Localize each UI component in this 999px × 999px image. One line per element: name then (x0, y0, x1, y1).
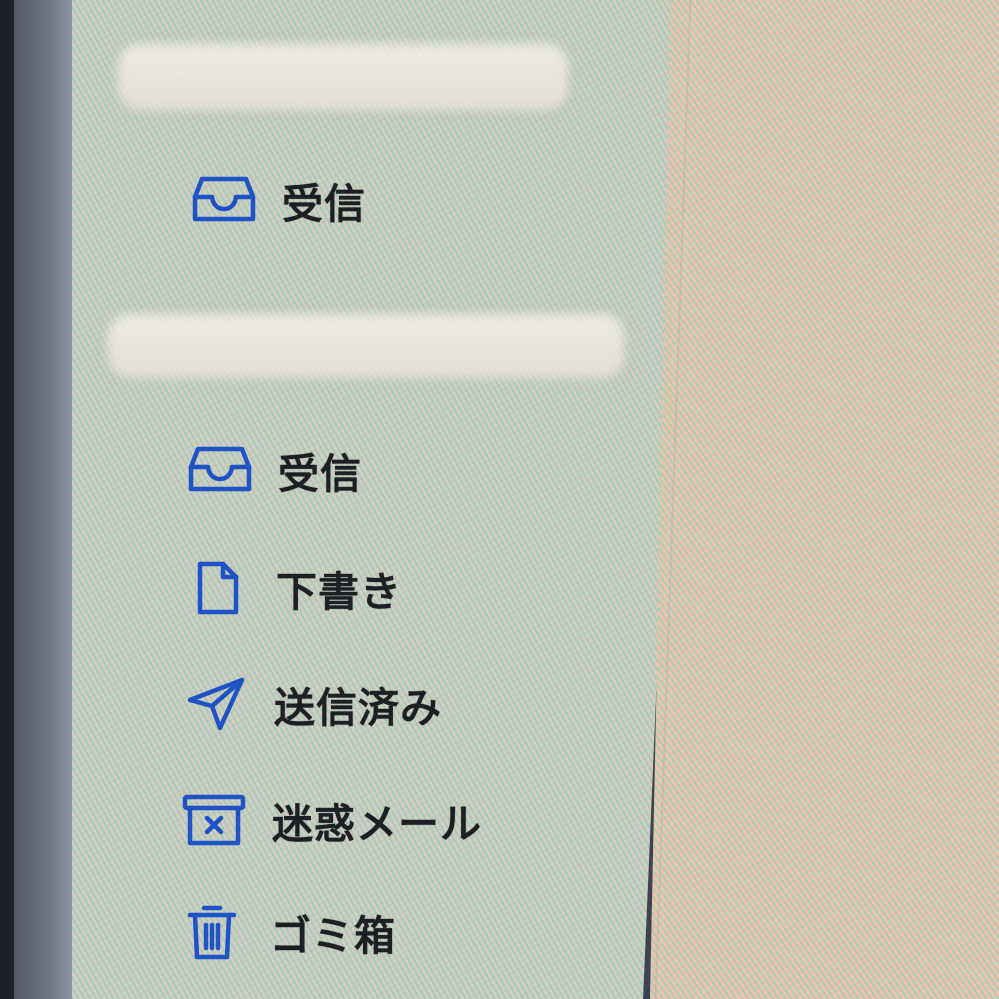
sidebar-item-inbox-account-1[interactable]: 受信 (188, 170, 366, 230)
sidebar-item-sent[interactable]: 送信済み (180, 674, 442, 734)
sidebar-item-label: 送信済み (274, 684, 442, 732)
sidebar-item-label: 受信 (282, 180, 366, 228)
sidebar-item-label: 受信 (278, 450, 362, 498)
screen-bezel (0, 0, 14, 999)
sidebar-item-drafts[interactable]: 下書き (182, 558, 402, 618)
sidebar-item-trash[interactable]: ゴミ箱 (176, 902, 396, 962)
trash-icon (176, 902, 248, 962)
inbox-icon (188, 170, 260, 230)
sidebar-item-label: ゴミ箱 (270, 912, 396, 960)
sidebar-item-junk[interactable]: 迷惑メール (178, 790, 482, 850)
account-header-redacted[interactable] (118, 44, 568, 110)
sidebar-item-inbox-account-2[interactable]: 受信 (184, 440, 362, 500)
mail-app-window: 受信 受信 下書き 送信済み 迷惑メール ゴミ箱 (0, 0, 999, 999)
window-edge (14, 0, 72, 999)
paper-plane-icon (180, 674, 252, 734)
account-header-redacted[interactable] (108, 314, 624, 378)
sidebar-item-label: 迷惑メール (272, 800, 482, 848)
sidebar-item-label: 下書き (276, 568, 402, 616)
document-icon (182, 558, 254, 618)
inbox-icon (184, 440, 256, 500)
junk-box-icon (178, 790, 250, 850)
message-list-pane (650, 0, 999, 999)
